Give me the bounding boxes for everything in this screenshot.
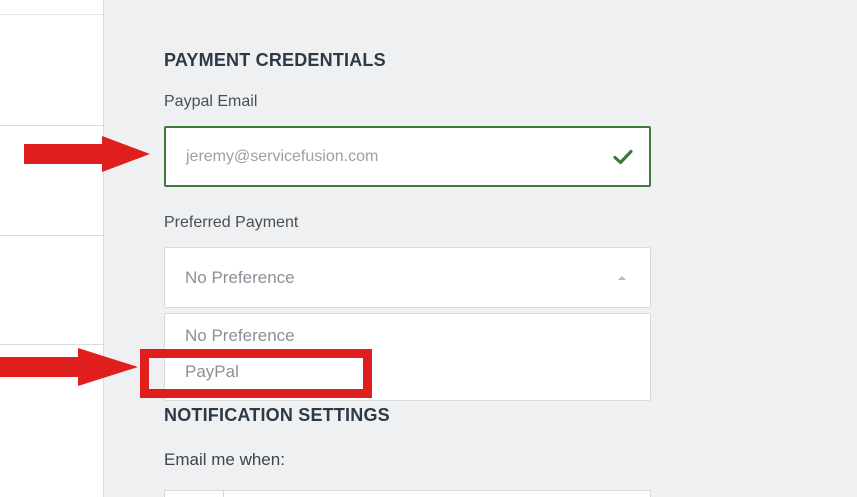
paypal-email-input[interactable]: jeremy@servicefusion.com [164,126,651,187]
preferred-payment-select[interactable]: No Preference [164,247,651,308]
caret-up-icon [618,275,626,280]
paypal-email-value: jeremy@servicefusion.com [186,147,379,165]
email-me-when-label: Email me when: [164,450,285,469]
notification-field[interactable] [164,490,651,497]
paypal-email-label: Paypal Email [164,93,258,110]
preferred-payment-selected-value: No Preference [185,267,295,287]
left-pane-divider [0,235,104,236]
payment-credentials-heading: PAYMENT CREDENTIALS [164,50,386,70]
left-pane [0,0,104,497]
check-icon [613,149,633,164]
option-no-preference[interactable]: No Preference [185,326,295,346]
annotation-highlight-paypal [140,349,372,398]
notification-field-divider [223,491,224,497]
notification-settings-heading: NOTIFICATION SETTINGS [164,405,390,425]
left-pane-top-divider [0,14,104,15]
left-pane-divider [0,344,104,345]
preferred-payment-label: Preferred Payment [164,214,299,231]
annotation-arrow-email [24,136,150,172]
left-pane-divider [0,125,104,126]
annotation-arrow-paypal [0,348,138,386]
